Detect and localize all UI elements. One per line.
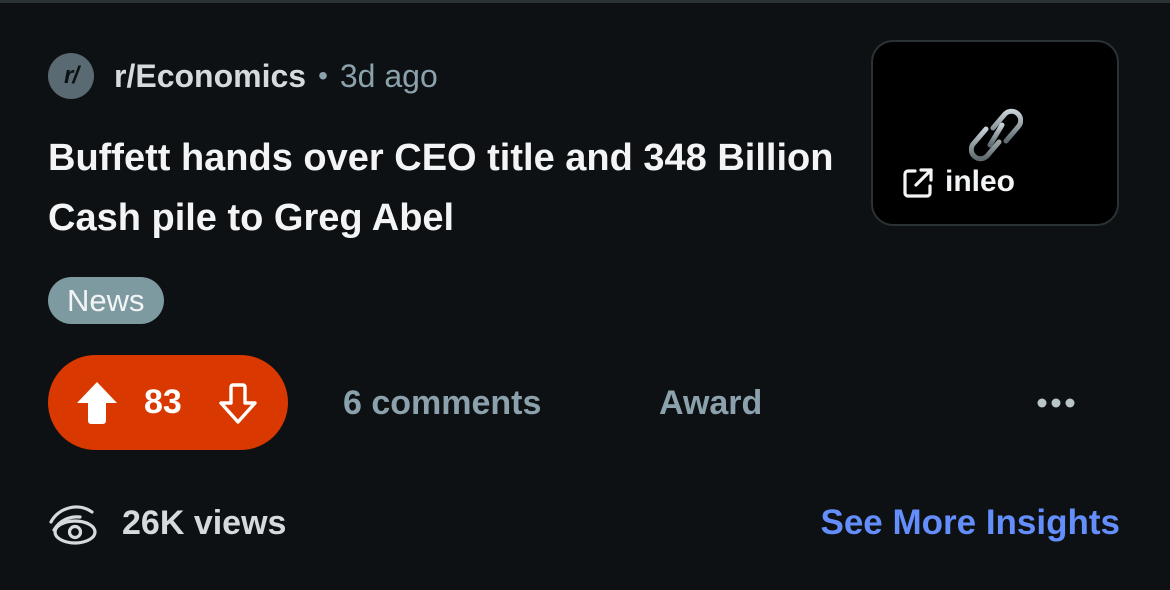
post-meta: r/ r/Economics • 3d ago [48,53,438,99]
post-card[interactable]: r/ r/Economics • 3d ago Buffett hands ov… [0,0,1170,590]
vote-control: 83 [48,355,288,450]
subreddit-avatar[interactable]: r/ [48,53,94,99]
subreddit-name[interactable]: r/Economics [114,58,306,95]
upvote-arrow-icon[interactable] [74,379,120,425]
downvote-arrow-icon[interactable] [216,381,260,425]
post-timestamp: 3d ago [339,57,438,94]
views-stat: 26K views [48,500,286,546]
link-thumbnail[interactable]: inleo [871,40,1119,226]
views-eye-icon [49,505,97,545]
more-options-icon[interactable] [1034,390,1078,416]
post-title[interactable]: Buffett hands over CEO title and 348 Bil… [48,128,838,248]
post-flair[interactable]: News [48,277,164,324]
views-count: 26K views [122,503,287,542]
comments-button[interactable]: 6 comments [343,380,541,426]
see-more-insights-link[interactable]: See More Insights [820,500,1120,546]
vote-score: 83 [144,383,182,421]
meta-separator: • [318,60,328,91]
link-domain: inleo [945,165,1016,198]
award-button[interactable]: Award [659,380,762,426]
external-link-icon [903,168,933,198]
chain-link-icon [969,108,1023,162]
